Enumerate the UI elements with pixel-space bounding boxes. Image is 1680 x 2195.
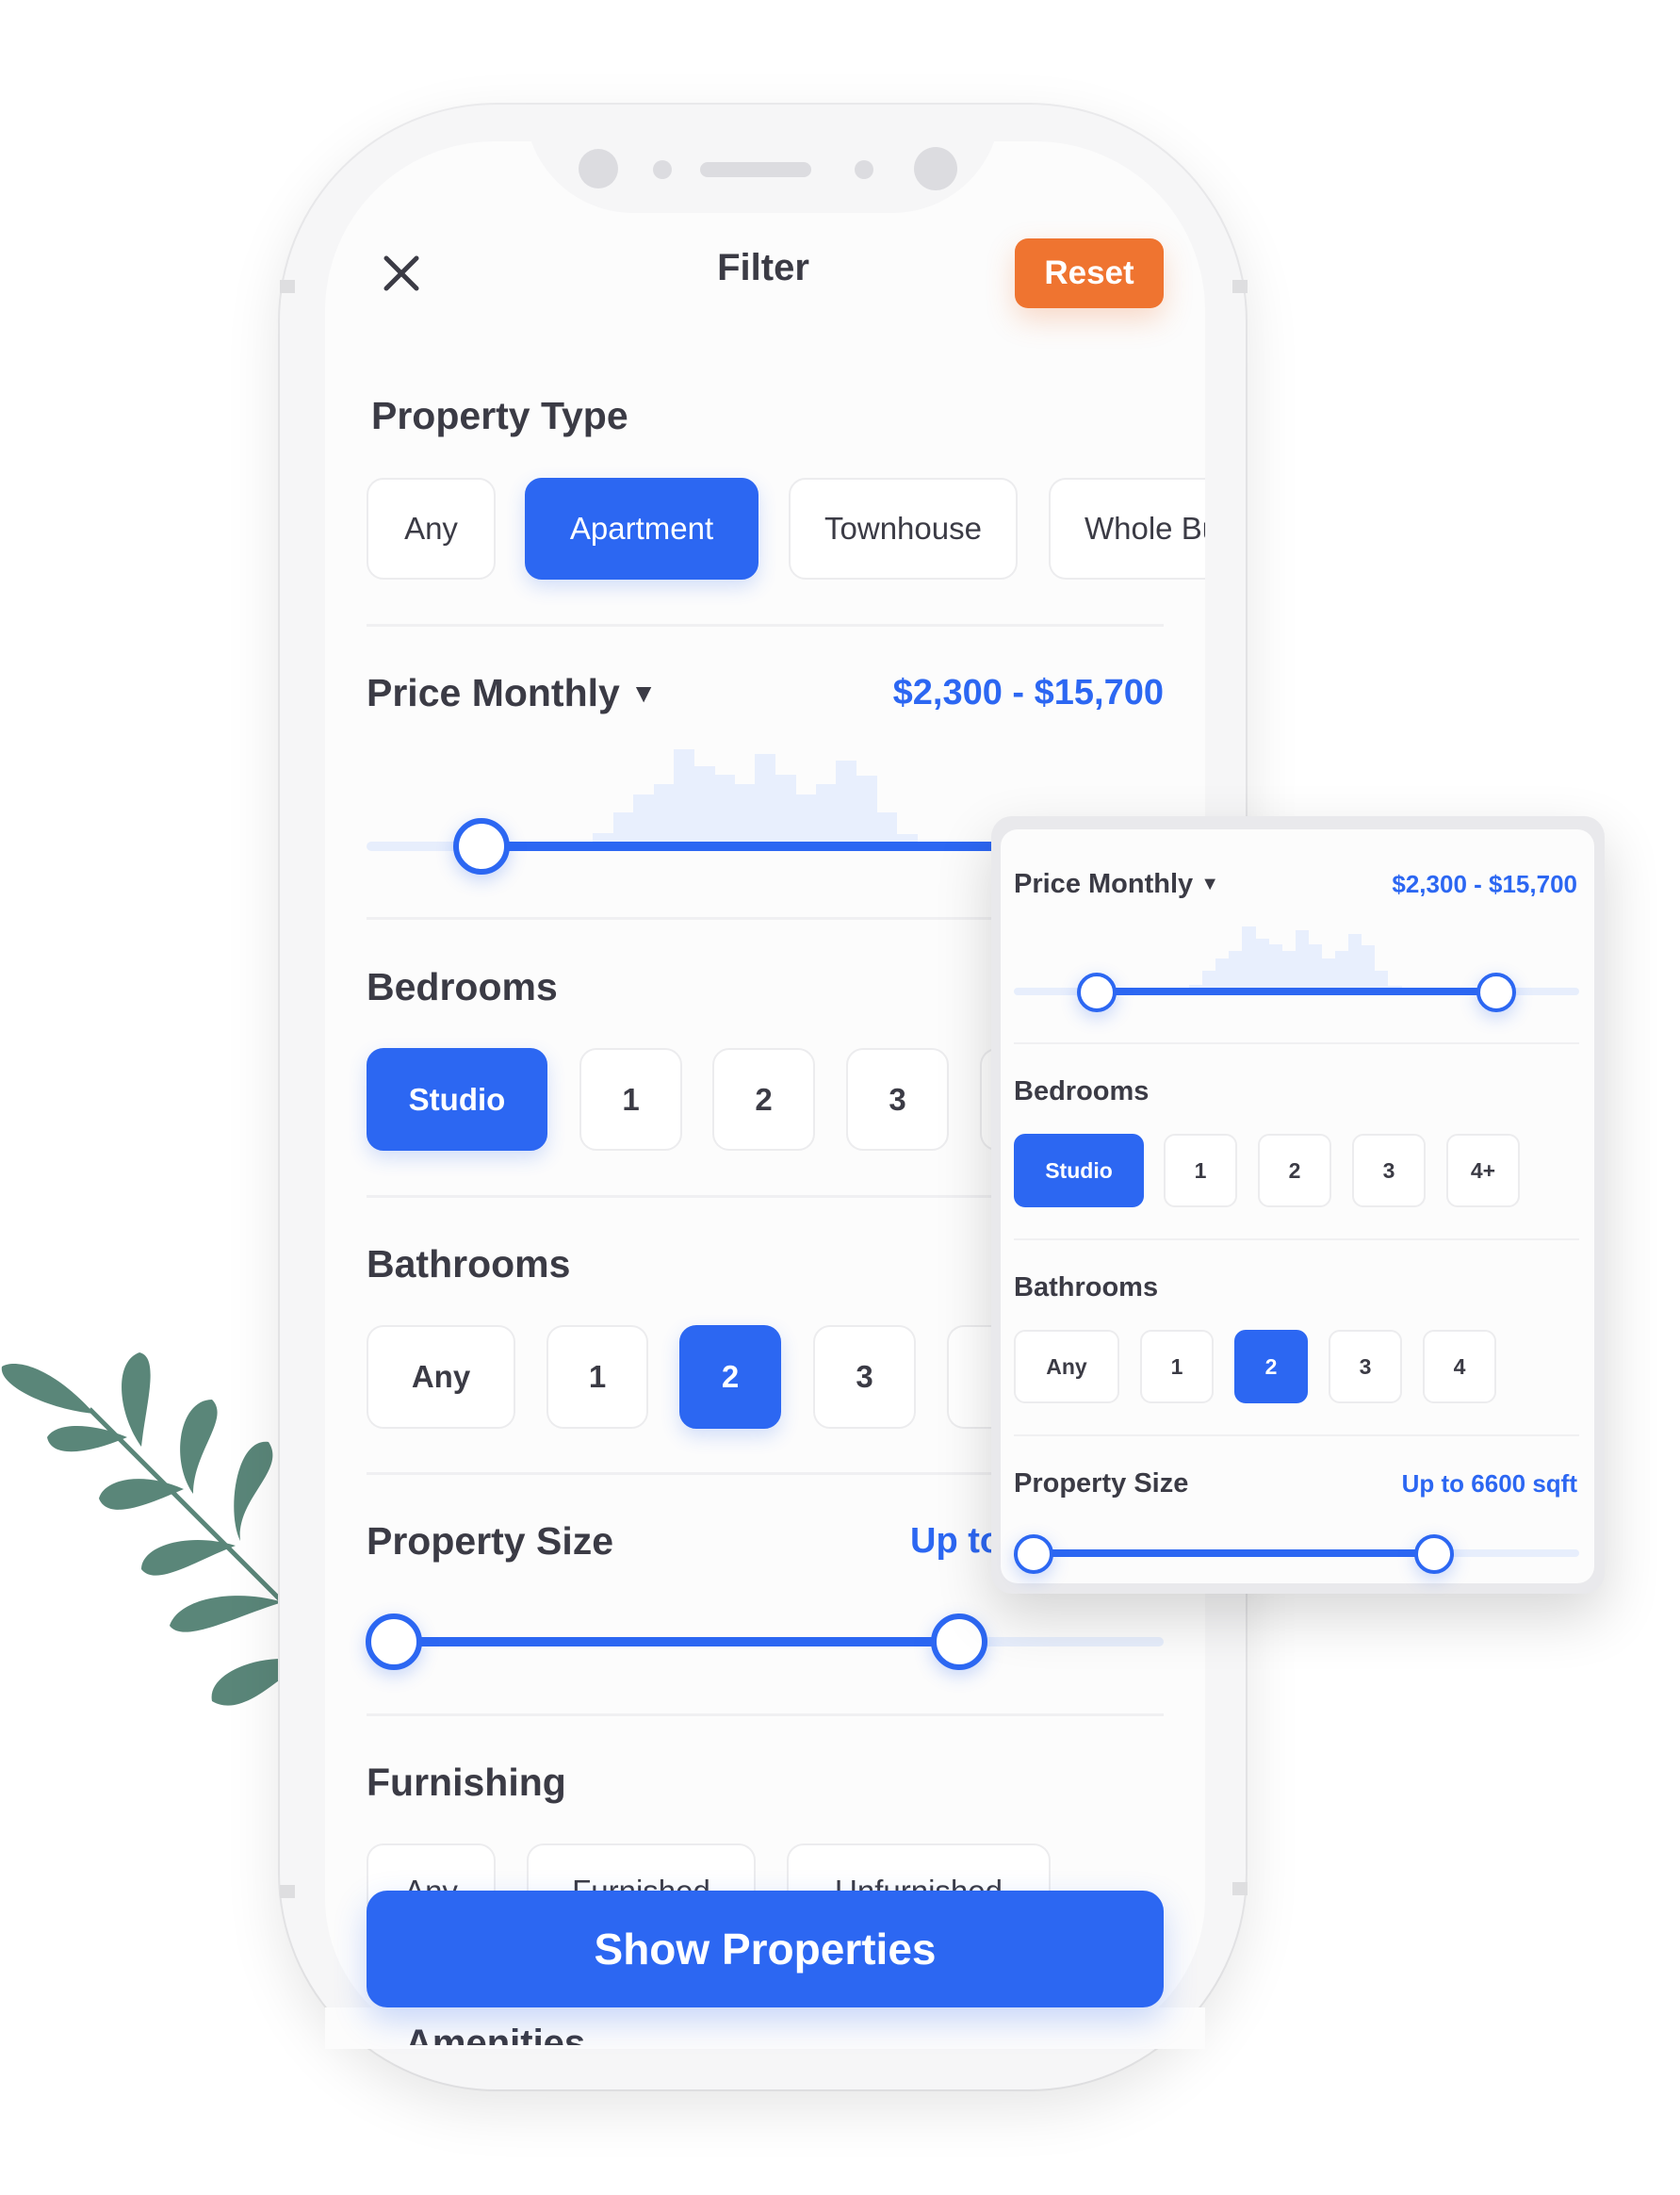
card-bathrooms-chip-1[interactable]: 1 (1140, 1330, 1214, 1403)
histogram-bar (1268, 943, 1282, 992)
close-icon[interactable] (381, 253, 422, 294)
price-monthly-title[interactable]: Price Monthly ▼ (367, 671, 657, 715)
camera-icon (914, 147, 957, 190)
price-slider-range (481, 842, 1028, 851)
bedrooms-title: Bedrooms (367, 965, 558, 1008)
phone-side-button (1232, 1882, 1248, 1895)
phone-side-button (1232, 280, 1248, 293)
histogram-bar (1255, 938, 1269, 992)
divider (367, 624, 1164, 627)
histogram-bar (1334, 950, 1349, 992)
card-bathrooms-chip-3[interactable]: 3 (1329, 1330, 1402, 1403)
card-price-slider-max-handle[interactable] (1476, 973, 1516, 1012)
card-bedrooms-title: Bedrooms (1014, 1076, 1150, 1106)
bathrooms-chip-3[interactable]: 3 (813, 1325, 916, 1429)
reset-button[interactable]: Reset (1015, 238, 1164, 308)
card-bedrooms-chip-studio[interactable]: Studio (1014, 1134, 1144, 1207)
histogram-bar (1242, 926, 1256, 992)
card-price-histogram (1189, 926, 1402, 992)
histogram-bar (714, 775, 735, 844)
card-price-slider-range (1096, 988, 1496, 995)
price-slider-min-handle[interactable] (453, 818, 510, 875)
histogram-bar (734, 784, 756, 844)
histogram-bar (1308, 943, 1323, 992)
property-size-value: Up to (910, 1521, 1003, 1561)
amenities-title-partial: Amenities (405, 2024, 586, 2045)
property-type-chip-any[interactable]: Any (367, 478, 496, 580)
card-price-slider-min-handle[interactable] (1077, 973, 1117, 1012)
property-type-chip-apartment[interactable]: Apartment (525, 478, 758, 580)
card-size-slider-min-handle[interactable] (1014, 1534, 1053, 1574)
divider (1014, 1238, 1579, 1240)
bathrooms-chip-2[interactable]: 2 (679, 1325, 781, 1429)
phone-side-button (280, 1885, 295, 1898)
show-properties-button[interactable]: Show Properties (367, 1891, 1164, 2007)
size-slider-max-handle[interactable] (931, 1613, 987, 1670)
histogram-bar (674, 749, 694, 844)
histogram-bar (876, 812, 897, 844)
leaf-illustration (1, 1352, 285, 1706)
page-title: Filter (717, 247, 809, 288)
histogram-bar (1281, 950, 1296, 992)
furnishing-title: Furnishing (367, 1761, 566, 1804)
card-property-size-value: Up to 6600 sqft (1401, 1469, 1577, 1498)
card-property-size-title: Property Size (1014, 1468, 1189, 1499)
bathrooms-title: Bathrooms (367, 1242, 571, 1286)
bathrooms-chip-any[interactable]: Any (367, 1325, 515, 1429)
card-bathrooms-title: Bathrooms (1014, 1272, 1159, 1302)
price-histogram (593, 749, 918, 844)
bedrooms-chip-3[interactable]: 3 (846, 1048, 949, 1151)
histogram-bar (775, 775, 796, 844)
property-type-chip-townhouse[interactable]: Townhouse (789, 478, 1018, 580)
sensor-icon (653, 160, 672, 179)
card-bedrooms-chip-3[interactable]: 3 (1352, 1134, 1426, 1207)
card-bedrooms-chip-1[interactable]: 1 (1164, 1134, 1237, 1207)
histogram-bar (1229, 950, 1243, 992)
histogram-bar (1347, 934, 1362, 992)
property-type-title: Property Type (371, 394, 628, 437)
camera-icon (579, 149, 618, 188)
histogram-bar (1295, 929, 1310, 992)
card-size-slider-range (1034, 1549, 1434, 1557)
histogram-bar (633, 794, 654, 844)
divider (1014, 1042, 1579, 1044)
size-slider-range (394, 1637, 959, 1646)
caret-down-icon: ▼ (1200, 874, 1220, 894)
card-bedrooms-chip-4plus[interactable]: 4+ (1446, 1134, 1520, 1207)
histogram-bar (815, 784, 837, 844)
caret-down-icon: ▼ (630, 679, 657, 708)
speaker-icon (700, 162, 811, 177)
card-bathrooms-chip-2[interactable]: 2 (1234, 1330, 1308, 1403)
phone-side-button (280, 280, 295, 293)
divider (1014, 1434, 1579, 1436)
histogram-bar (795, 794, 816, 844)
price-range-value: $2,300 - $15,700 (892, 673, 1164, 713)
card-bathrooms-chip-any[interactable]: Any (1014, 1330, 1119, 1403)
divider (367, 1713, 1164, 1716)
histogram-bar (612, 812, 634, 844)
card-bathrooms-chip-4[interactable]: 4 (1423, 1330, 1496, 1403)
card-size-slider-max-handle[interactable] (1414, 1534, 1454, 1574)
property-size-title: Property Size (367, 1519, 614, 1563)
card-price-range-value: $2,300 - $15,700 (1392, 870, 1577, 898)
size-slider-min-handle[interactable] (366, 1613, 422, 1670)
property-type-chip-whole-building[interactable]: Whole Bu (1049, 478, 1205, 580)
bathrooms-chip-1[interactable]: 1 (546, 1325, 648, 1429)
card-bedrooms-chip-2[interactable]: 2 (1258, 1134, 1331, 1207)
bedrooms-chip-2[interactable]: 2 (712, 1048, 815, 1151)
histogram-bar (693, 766, 715, 844)
histogram-bar (755, 754, 775, 844)
histogram-bar (653, 784, 675, 844)
histogram-bar (856, 776, 877, 844)
card-price-monthly-title[interactable]: Price Monthly ▼ (1014, 869, 1219, 900)
histogram-bar (836, 761, 856, 844)
bedrooms-chip-studio[interactable]: Studio (367, 1048, 547, 1151)
histogram-bar (1361, 944, 1376, 992)
bedrooms-chip-1[interactable]: 1 (579, 1048, 682, 1151)
sensor-icon (855, 160, 873, 179)
